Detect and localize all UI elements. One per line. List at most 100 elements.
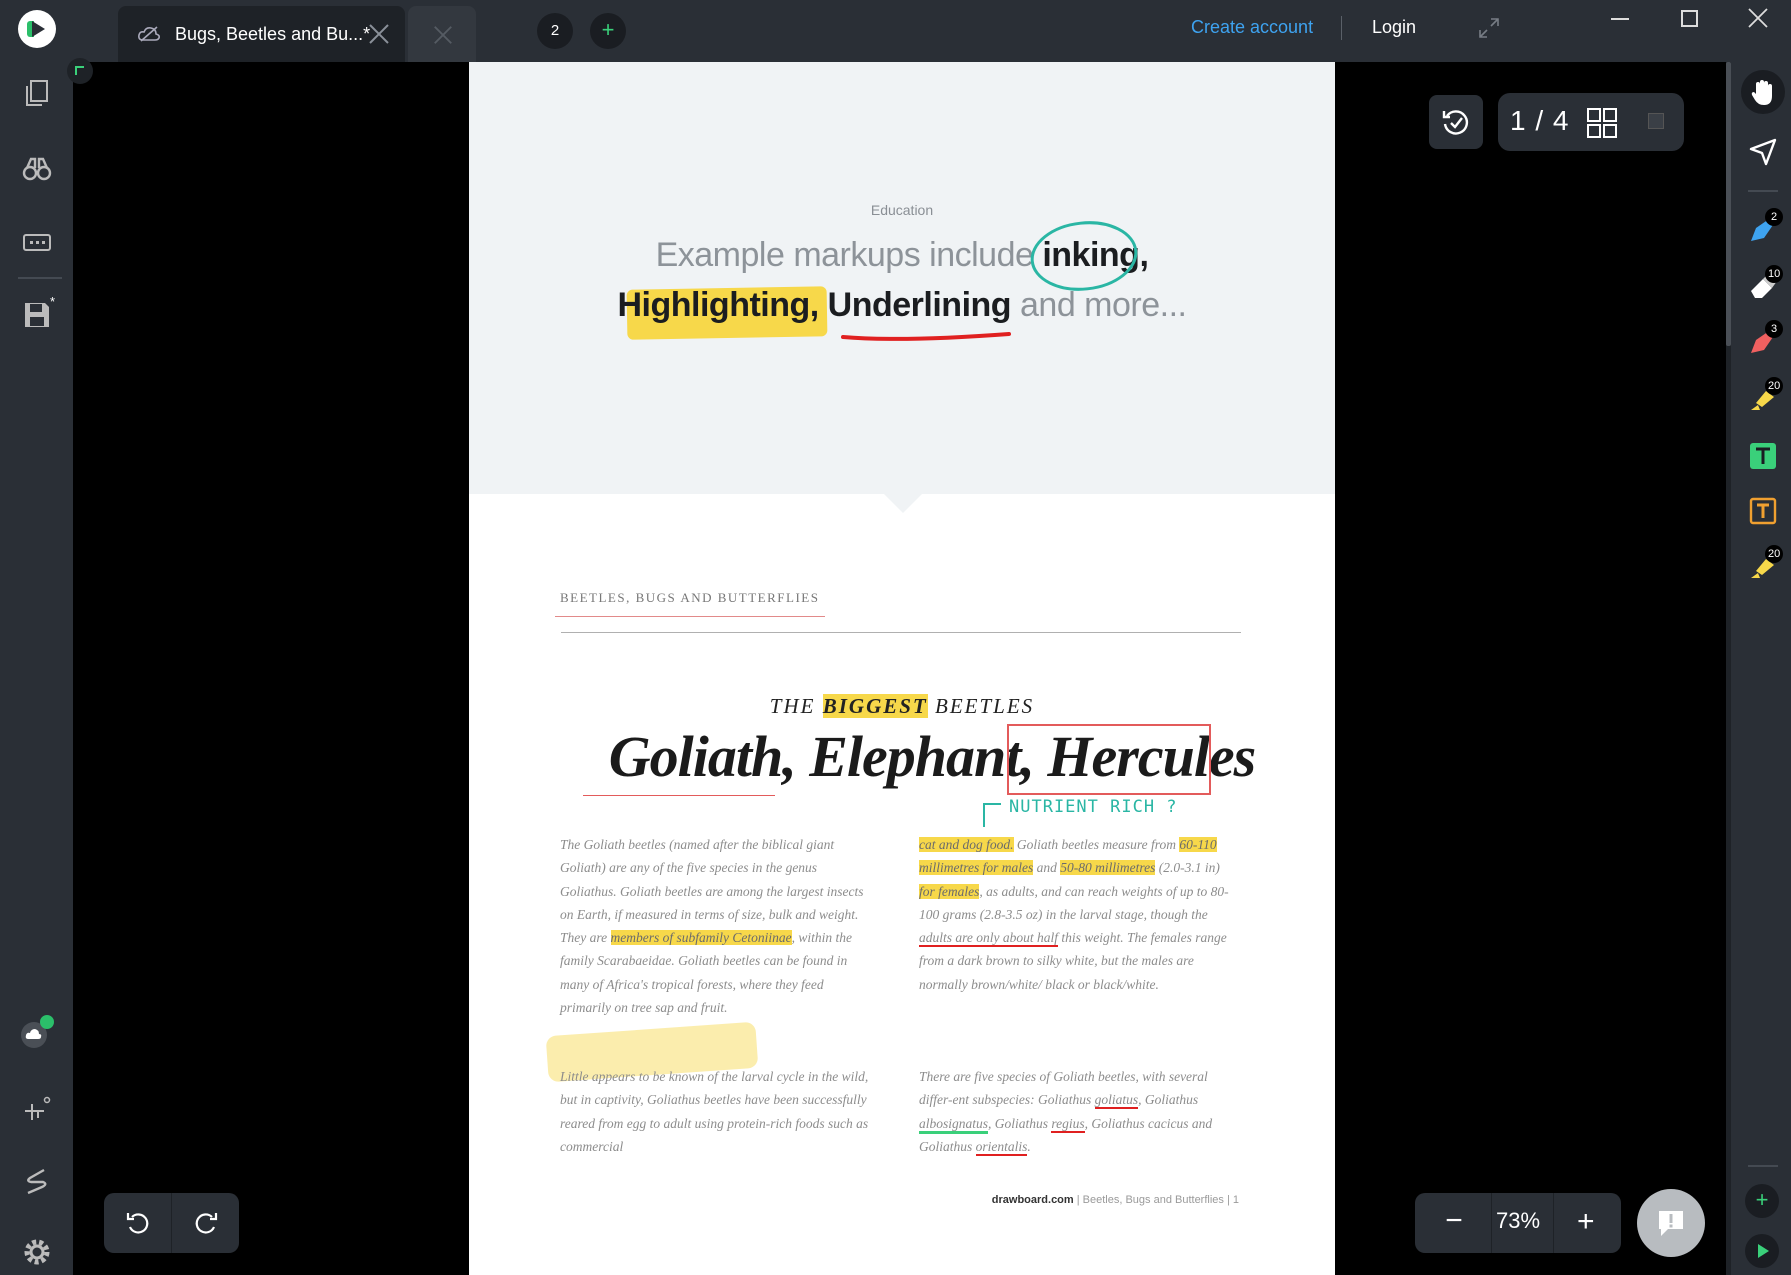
headline-underlining: Underlining [827,286,1012,324]
underlined-text: regius [1051,1115,1085,1133]
app-window: Bugs, Beetles and Bu...* 2 + Create acco… [0,0,1791,1275]
rectangle-annotation[interactable] [1007,724,1211,795]
divider [1553,1193,1554,1253]
underlined-text-green: albosignatus [919,1115,989,1134]
ink-circle-annotation[interactable] [1029,216,1139,292]
page-notch [883,493,923,513]
footer-text: | Beetles, Bugs and Butterflies | 1 [1073,1194,1239,1206]
corner-icon [75,66,84,75]
handwritten-note[interactable]: NUTRIENT RICH ? [1009,797,1178,817]
cloud-offline-icon [138,26,160,42]
undo-redo-group [104,1193,239,1253]
title-bar: Bugs, Beetles and Bu...* 2 + Create acco… [0,0,1791,62]
highlighted-text: members of subfamily Cetoniinae [610,930,792,946]
headline-text: Example markups include [655,236,1043,274]
page-indicator: 1 / 4 [1510,105,1570,136]
zoom-level[interactable]: 73% [1483,1208,1553,1234]
tab-close-icon[interactable] [367,22,391,46]
settings-icon[interactable] [22,1237,52,1267]
feedback-button[interactable] [1637,1189,1705,1257]
keyboard-icon[interactable] [22,227,52,257]
signature-icon[interactable] [22,1166,52,1196]
minimize-button[interactable] [1611,18,1629,20]
text-green-icon[interactable] [1748,441,1778,471]
zoom-in-button[interactable]: + [1577,1207,1595,1237]
redo-icon[interactable] [192,1209,220,1237]
create-account-link[interactable]: Create account [1191,17,1313,38]
window-close-icon[interactable] [1747,7,1769,29]
body-text: The Goliath beetles (named after the bib… [560,837,864,946]
body-text: , Goliathus [1138,1092,1199,1108]
headline-highlighting: Highlighting, [617,286,820,324]
divider [171,1193,172,1253]
tab-count-badge[interactable]: 2 [537,13,573,49]
body-column-2: Little appears to be known of the larval… [560,1069,869,1154]
login-link[interactable]: Login [1372,17,1416,38]
text-orange-icon[interactable] [1748,496,1778,526]
fullscreen-icon[interactable] [1478,17,1500,39]
body-text: Goliath beetles measure from [1013,837,1180,852]
section-label: BEETLES, BUGS AND BUTTERFLIES [560,590,820,605]
document-tab[interactable]: Bugs, Beetles and Bu...* [118,6,405,62]
category-label: Education [870,202,934,218]
pages-icon[interactable] [22,78,52,108]
underlined-text: adults are only about half [919,930,1058,948]
divider [1341,16,1342,40]
title-underline-annotation[interactable] [583,795,775,796]
kicker: THE BIGGEST BEETLES [469,694,1335,719]
sidebar-toggle[interactable] [1648,113,1664,129]
ruler-icon[interactable] [22,1094,52,1124]
highlighted-text: for females [919,883,980,899]
unsaved-badge: * [50,294,56,309]
undo-icon[interactable] [124,1209,152,1237]
add-tool-button[interactable]: + [1745,1184,1779,1218]
headline-line-1: Example markups include inking, [469,236,1335,275]
drawboard-logo-icon[interactable] [18,10,56,48]
select-tool-icon[interactable] [1748,137,1778,167]
feedback-icon [1659,1211,1683,1236]
zoom-control: − 73% + [1415,1193,1621,1253]
highlighted-text: 50-80 millimetres [1060,860,1156,876]
inactive-tab-close-icon[interactable] [432,24,454,46]
kicker-post: BEETLES [927,694,1035,718]
divider [1748,190,1778,192]
add-tab-button[interactable]: + [590,13,626,49]
body-text: and [1033,860,1061,876]
history-button[interactable] [1429,95,1483,149]
body-text: (2.0-3.1 in) [1155,860,1220,876]
divider [1748,1165,1778,1167]
tool-badge: 2 [1765,208,1783,226]
document-page[interactable]: Education Example markups include inking… [469,62,1335,1275]
scrollbar-thumb[interactable] [1726,62,1731,346]
grid-view-icon[interactable] [1586,107,1618,139]
headline-tail: and more... [1011,286,1187,324]
save-icon[interactable] [22,300,52,330]
maximize-button[interactable] [1681,10,1698,27]
panel-collapse-button[interactable] [67,58,93,84]
tool-badge: 3 [1765,320,1783,338]
inactive-tab[interactable] [408,6,476,62]
left-toolbar: * [0,62,73,1275]
divider [18,277,62,279]
page-navigator[interactable]: 1 / 4 [1498,93,1684,151]
body-text: , Goliathus [988,1115,1052,1131]
headline-line-2: Highlighting, Underlining and more... [469,286,1335,325]
underlined-text: orientalis [975,1138,1028,1156]
tab-label: Bugs, Beetles and Bu...* [175,24,371,44]
drawboard-mini-logo-icon[interactable] [1745,1234,1779,1268]
page-footer: drawboard.com | Beetles, Bugs and Butter… [469,1194,1239,1206]
note-bracket [983,803,1001,827]
body-text: . [1027,1138,1031,1154]
history-icon [1442,110,1469,135]
page-header-band [469,62,1335,494]
hand-tool-icon[interactable] [1748,78,1778,108]
underlined-text: goliatus [1094,1092,1139,1110]
section-rule-red [555,616,825,617]
footer-site: drawboard.com [991,1194,1074,1206]
binoculars-icon[interactable] [22,154,52,184]
zoom-out-button[interactable]: − [1443,1206,1465,1236]
underline-annotation[interactable] [841,327,1011,345]
body-column-1: The Goliath beetles (named after the bib… [560,833,870,1019]
highlighted-text: cat and dog food. [919,837,1014,852]
body-column-3: cat and dog food. Goliath beetles measur… [919,833,1229,996]
